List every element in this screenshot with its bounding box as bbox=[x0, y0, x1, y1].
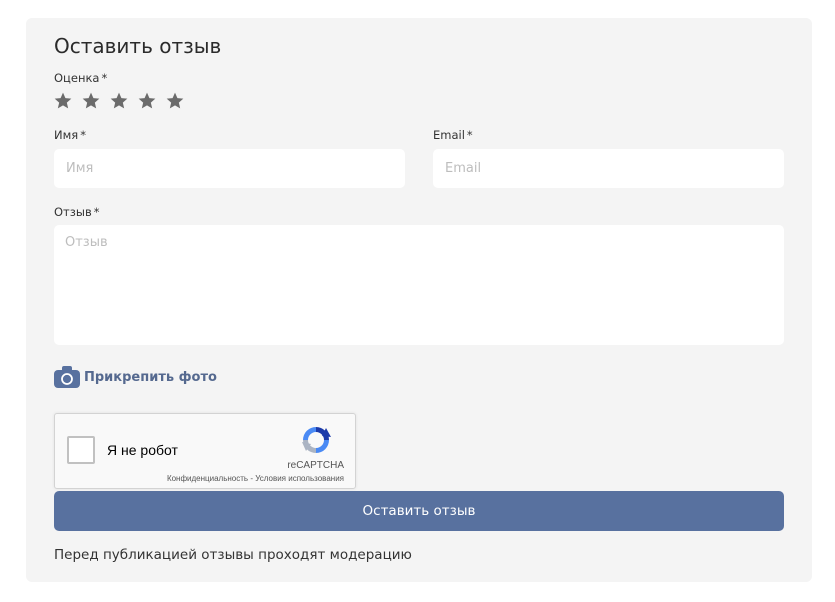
required-mark: * bbox=[466, 128, 473, 142]
required-mark: * bbox=[93, 205, 100, 219]
attach-photo-label: Прикрепить фото bbox=[84, 369, 217, 385]
star-3-icon[interactable] bbox=[108, 90, 130, 112]
recaptcha-brand: reCAPTCHA bbox=[287, 460, 344, 471]
camera-icon bbox=[54, 366, 80, 388]
star-1-icon[interactable] bbox=[52, 90, 74, 112]
required-mark: * bbox=[80, 128, 86, 142]
review-label-text: Отзыв bbox=[54, 205, 92, 219]
name-label: Имя * bbox=[54, 128, 86, 142]
star-2-icon[interactable] bbox=[80, 90, 102, 112]
recaptcha-privacy-link[interactable]: Конфиденциальность bbox=[167, 474, 248, 483]
email-input[interactable] bbox=[433, 149, 784, 188]
attach-photo-button[interactable]: Прикрепить фото bbox=[54, 366, 217, 388]
email-label: Email * bbox=[433, 128, 473, 142]
recaptcha-logo-icon bbox=[302, 427, 331, 453]
recaptcha-widget: Я не робот reCAPTCHA Конфиденциальность … bbox=[54, 413, 356, 489]
moderation-note: Перед публикацией отзывы проходят модера… bbox=[54, 547, 412, 563]
form-title: Оставить отзыв bbox=[54, 34, 222, 58]
name-input[interactable] bbox=[54, 149, 405, 188]
submit-review-button[interactable]: Оставить отзыв bbox=[54, 491, 784, 531]
recaptcha-label: Я не робот bbox=[107, 442, 178, 458]
review-label: Отзыв * bbox=[54, 205, 99, 219]
review-form-card: Оставить отзыв Оценка* Имя* Email* Отзыв… bbox=[26, 18, 812, 582]
star-5-icon[interactable] bbox=[164, 90, 186, 112]
recaptcha-checkbox[interactable] bbox=[67, 436, 95, 464]
required-mark: * bbox=[101, 71, 108, 85]
rating-label-text: Оценка bbox=[54, 71, 100, 85]
star-4-icon[interactable] bbox=[136, 90, 158, 112]
recaptcha-links: Конфиденциальность - Условия использован… bbox=[167, 474, 344, 483]
name-label-text: Имя bbox=[54, 128, 79, 142]
email-label-text: Email bbox=[433, 128, 465, 142]
recaptcha-terms-link[interactable]: Условия использования bbox=[255, 474, 344, 483]
rating-label: Оценка * bbox=[54, 71, 107, 85]
review-textarea[interactable] bbox=[54, 225, 784, 345]
rating-stars bbox=[52, 90, 186, 112]
